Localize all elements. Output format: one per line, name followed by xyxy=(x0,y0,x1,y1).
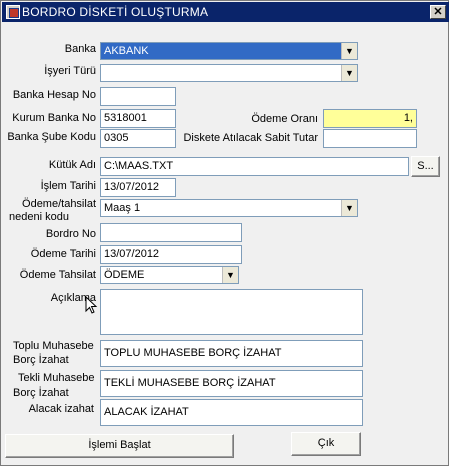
isyeri-turu-select[interactable]: ▼ xyxy=(100,64,358,82)
chevron-down-icon[interactable]: ▼ xyxy=(341,43,357,59)
sabit-tutar-input[interactable] xyxy=(323,129,417,148)
window-title: BORDRO DİSKETİ OLUŞTURMA xyxy=(22,5,209,19)
chevron-down-icon[interactable]: ▼ xyxy=(222,267,238,283)
kutuk-adi-input[interactable]: C:\MAAS.TXT xyxy=(100,157,409,176)
islem-tarihi-label: İşlem Tarihi xyxy=(40,180,96,192)
app-icon xyxy=(6,5,20,19)
odeme-nedeni-value: Maaş 1 xyxy=(104,202,141,214)
chevron-down-icon[interactable]: ▼ xyxy=(341,200,357,216)
banka-select[interactable]: AKBANK ▼ xyxy=(100,42,358,60)
sabit-tutar-label: Diskete Atılacak Sabit Tutar xyxy=(183,132,318,144)
bordro-disketi-window: BORDRO DİSKETİ OLUŞTURMA ✕ Banka AKBANK … xyxy=(0,0,449,466)
title-bar: BORDRO DİSKETİ OLUŞTURMA ✕ xyxy=(2,2,449,22)
tekli-muhasebe-input[interactable]: TEKLİ MUHASEBE BORÇ İZAHAT xyxy=(100,370,363,397)
browse-button[interactable]: S... xyxy=(411,156,440,177)
odeme-tarihi-label: Ödeme Tarihi xyxy=(30,248,96,260)
banka-hesap-no-input[interactable] xyxy=(100,87,176,106)
chevron-down-icon[interactable]: ▼ xyxy=(341,65,357,81)
odeme-orani-input[interactable]: 1, xyxy=(323,109,417,128)
bordro-no-input[interactable] xyxy=(100,223,242,242)
isyeri-turu-label: İşyeri Türü xyxy=(44,65,96,77)
mouse-cursor-icon xyxy=(85,296,98,314)
banka-value: AKBANK xyxy=(104,45,149,57)
close-button[interactable]: ✕ xyxy=(430,5,446,19)
aciklama-textarea[interactable] xyxy=(100,289,363,335)
odeme-tahsilat-label: Ödeme Tahsilat xyxy=(19,269,96,281)
odeme-tahsilat-select[interactable]: ÖDEME ▼ xyxy=(100,266,239,284)
kutuk-adi-label: Kütük Adı xyxy=(48,159,96,171)
odeme-tarihi-input[interactable]: 13/07/2012 xyxy=(100,245,242,264)
islemi-baslat-button[interactable]: İşlemi Başlat xyxy=(5,434,234,458)
tekli-muhasebe-label-line1: Tekli Muhasebe xyxy=(18,372,95,384)
alacak-izahat-label: Alacak izahat xyxy=(28,403,94,415)
toplu-muhasebe-label-line2: Borç İzahat xyxy=(13,354,69,366)
alacak-izahat-input[interactable]: ALACAK İZAHAT xyxy=(100,399,363,426)
odeme-nedeni-label-line1: Ödeme/tahsilat xyxy=(22,198,96,210)
kurum-banka-no-label: Kurum Banka No xyxy=(12,112,96,124)
banka-sube-kodu-label: Banka Şube Kodu xyxy=(7,131,96,143)
cik-button[interactable]: Çık xyxy=(291,432,361,456)
odeme-tahsilat-value: ÖDEME xyxy=(104,269,145,281)
odeme-orani-label: Ödeme Oranı xyxy=(251,113,318,125)
odeme-nedeni-select[interactable]: Maaş 1 ▼ xyxy=(100,199,358,217)
kurum-banka-no-input[interactable]: 5318001 xyxy=(100,109,176,128)
bordro-no-label: Bordro No xyxy=(45,228,96,240)
banka-hesap-no-label: Banka Hesap No xyxy=(12,89,96,101)
banka-sube-kodu-input[interactable]: 0305 xyxy=(100,129,176,148)
toplu-muhasebe-input[interactable]: TOPLU MUHASEBE BORÇ İZAHAT xyxy=(100,340,363,367)
odeme-nedeni-label-line2: nedeni kodu xyxy=(9,211,69,223)
banka-label: Banka xyxy=(64,43,96,55)
tekli-muhasebe-label-line2: Borç İzahat xyxy=(13,387,69,399)
islem-tarihi-input[interactable]: 13/07/2012 xyxy=(100,178,176,197)
toplu-muhasebe-label-line1: Toplu Muhasebe xyxy=(13,340,94,352)
